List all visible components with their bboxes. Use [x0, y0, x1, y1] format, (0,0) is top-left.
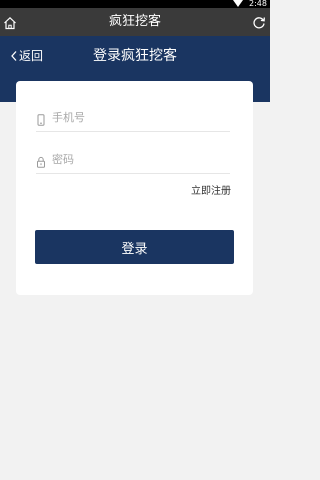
status-bar: 2:48 — [0, 0, 270, 8]
password-input[interactable] — [52, 149, 228, 169]
wifi-icon — [233, 0, 243, 7]
phone-input[interactable] — [52, 107, 228, 127]
refresh-icon[interactable] — [252, 15, 266, 29]
phone-field — [36, 103, 230, 132]
login-button[interactable]: 登录 — [35, 230, 234, 264]
browser-bar: 疯狂挖客 — [0, 8, 270, 36]
lock-icon — [36, 153, 46, 168]
register-link[interactable]: 立即注册 — [191, 185, 231, 199]
login-card: 立即注册 登录 — [16, 81, 253, 295]
password-field — [36, 145, 230, 174]
browser-title: 疯狂挖客 — [108, 14, 161, 29]
page-title: 登录疯狂挖客 — [93, 48, 177, 64]
phone-icon — [36, 111, 46, 126]
status-time: 2:48 — [249, 0, 267, 8]
